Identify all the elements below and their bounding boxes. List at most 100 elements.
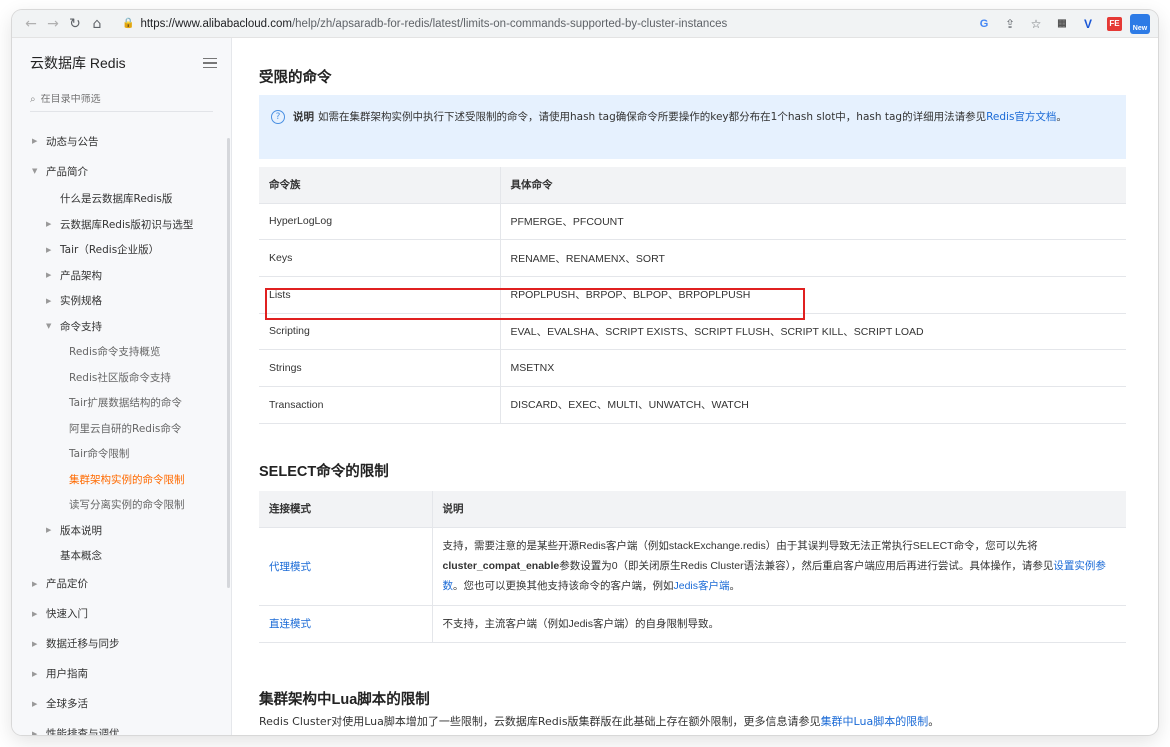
- main-content: 受限的命令 ? 说明 如需在集群架构实例中执行下述受限制的命令，请使用hash t…: [232, 38, 1158, 735]
- qr-code-icon[interactable]: ▦: [1051, 13, 1073, 35]
- table-row: Transaction DISCARD、EXEC、MULTI、UNWATCH、WA…: [259, 386, 1126, 424]
- sidebar-item-label: 动态与公告: [46, 135, 99, 148]
- sidebar-item-label: Tair命令限制: [69, 448, 130, 461]
- sidebar-item[interactable]: ▼ 命令支持: [12, 314, 231, 340]
- sidebar-item[interactable]: ▶ 实例规格: [12, 288, 231, 314]
- sidebar-item[interactable]: ▶ Tair（Redis企业版）: [12, 237, 231, 263]
- sidebar-item[interactable]: ▶ 性能排查与调优: [12, 719, 231, 736]
- share-icon[interactable]: ⇪: [999, 13, 1021, 35]
- direct-mode-link[interactable]: 直连模式: [269, 618, 311, 630]
- sidebar-item[interactable]: ▶ 产品架构: [12, 263, 231, 289]
- table-row: Keys RENAME、RENAMENX、SORT: [259, 239, 1126, 277]
- table-row: Lists RPOPLPUSH、BRPOP、BLPOP、BRPOPLPUSH: [259, 276, 1126, 314]
- home-icon[interactable]: ⌂: [86, 13, 108, 35]
- sidebar-item-label: 产品定价: [46, 578, 88, 590]
- sidebar-item[interactable]: 阿里云自研的Redis命令: [12, 416, 231, 442]
- sidebar-item[interactable]: 集群架构实例的命令限制: [12, 467, 231, 493]
- table-header-row: 连接模式 说明: [259, 491, 1126, 528]
- table-cell: RENAME、RENAMENX、SORT: [500, 239, 1126, 277]
- extension-fe-icon[interactable]: FE: [1107, 16, 1122, 31]
- chevron-right-icon: ▶: [32, 137, 38, 145]
- chevron-right-icon: ▶: [46, 526, 52, 535]
- chevron-down-icon: ▼: [32, 167, 38, 175]
- sidebar-header: 云数据库 Redis: [12, 38, 231, 88]
- sidebar-item[interactable]: 读写分离实例的命令限制: [12, 492, 231, 518]
- sidebar-item[interactable]: ▶ 动态与公告: [12, 126, 231, 156]
- sidebar-item-label: Redis社区版命令支持: [69, 371, 171, 384]
- extension-v-icon[interactable]: V: [1077, 13, 1099, 35]
- browser-window: ← → ↻ ⌂ 🔒 https://www.alibabacloud.com/h…: [12, 10, 1158, 735]
- extension-news-icon[interactable]: New: [1130, 13, 1150, 34]
- proxy-desc-3: 。您也可以更换其他支持该命令的客户端，例如: [453, 580, 674, 592]
- note-body: 说明 如需在集群架构实例中执行下述受限制的命令，请使用hash tag确保命令所要…: [293, 107, 1067, 159]
- sidebar-item-label: 阿里云自研的Redis命令: [69, 422, 182, 435]
- sidebar-item[interactable]: Redis命令支持概览: [12, 339, 231, 365]
- sidebar-filter-input[interactable]: [40, 94, 191, 105]
- note-label: 说明: [293, 111, 314, 123]
- sidebar-scrollbar[interactable]: [227, 138, 230, 588]
- sidebar-item[interactable]: Tair命令限制: [12, 441, 231, 467]
- sidebar-item[interactable]: ▶ 产品定价: [12, 569, 231, 599]
- proxy-mode-link[interactable]: 代理模式: [269, 561, 311, 573]
- table-cell: Scripting: [259, 313, 501, 351]
- sidebar-item-label: Redis命令支持概览: [69, 346, 161, 359]
- table-cell: RPOPLPUSH、BRPOP、BLPOP、BRPOPLPUSH: [500, 276, 1126, 314]
- chevron-right-icon: ▶: [32, 579, 38, 588]
- jedis-client-link[interactable]: Jedis客户端: [674, 580, 730, 592]
- forward-icon[interactable]: →: [42, 13, 64, 35]
- table-row: HyperLogLog PFMERGE、PFCOUNT: [259, 203, 1126, 241]
- chevron-right-icon: ▶: [32, 609, 38, 618]
- table-cell: MSETNX: [500, 349, 1126, 387]
- bookmark-star-icon[interactable]: ☆: [1025, 13, 1047, 35]
- chevron-right-icon: ▶: [46, 271, 52, 280]
- lua-paragraph: Redis Cluster对使用Lua脚本增加了一些限制，云数据库Redis版集…: [259, 713, 939, 729]
- table-row: 代理模式 支持，需要注意的是某些开源Redis客户端（例如stackExchan…: [259, 527, 1126, 606]
- table-row: 直连模式 不支持，主流客户端（例如Jedis客户端）的自身限制导致。: [259, 605, 1126, 643]
- sidebar-item-label: 全球多活: [46, 698, 88, 710]
- sidebar-item-label: 基本概念: [60, 550, 102, 563]
- sidebar-item[interactable]: ▶ 数据迁移与同步: [12, 629, 231, 659]
- restricted-commands-table: 命令族 具体命令 HyperLogLog PFMERGE、PFCOUNT Keys…: [259, 167, 1126, 424]
- sidebar-item-label: 集群架构实例的命令限制: [69, 473, 185, 486]
- table-cell: HyperLogLog: [259, 203, 501, 241]
- proxy-mode-cell: 代理模式: [259, 527, 433, 606]
- google-icon[interactable]: G: [973, 13, 995, 35]
- table-row: Strings MSETNX: [259, 349, 1126, 387]
- address-bar[interactable]: 🔒 https://www.alibabacloud.com/help/zh/a…: [114, 13, 961, 35]
- lua-end: 。: [928, 715, 940, 728]
- sidebar-item[interactable]: Tair扩展数据结构的命令: [12, 390, 231, 416]
- sidebar-item[interactable]: ▶ 版本说明: [12, 518, 231, 544]
- section-title-lua: 集群架构中Lua脚本的限制: [259, 692, 430, 708]
- sidebar-item[interactable]: ▶ 云数据库Redis版初识与选型: [12, 212, 231, 238]
- sidebar-item-label: 读写分离实例的命令限制: [69, 499, 185, 512]
- search-icon: ⌕: [30, 94, 36, 105]
- chevron-right-icon: ▶: [32, 729, 38, 736]
- table-cell: Keys: [259, 239, 501, 277]
- table-header: 命令族: [259, 167, 501, 204]
- sidebar-item[interactable]: 什么是云数据库Redis版: [12, 186, 231, 212]
- redis-docs-link[interactable]: Redis官方文档: [986, 111, 1056, 123]
- reload-icon[interactable]: ↻: [64, 13, 86, 35]
- lock-icon: 🔒: [122, 18, 135, 29]
- sidebar-title[interactable]: 云数据库 Redis: [30, 53, 126, 73]
- sidebar-item[interactable]: ▶ 用户指南: [12, 659, 231, 689]
- direct-mode-cell: 直连模式: [259, 605, 433, 643]
- note-end: 。: [1056, 111, 1067, 123]
- menu-icon[interactable]: [203, 58, 217, 68]
- sidebar-item[interactable]: ▶ 快速入门: [12, 599, 231, 629]
- sidebar-search: ⌕: [30, 88, 213, 112]
- sidebar-item[interactable]: Redis社区版命令支持: [12, 365, 231, 391]
- chevron-right-icon: ▶: [32, 699, 38, 708]
- sidebar-item[interactable]: 基本概念: [12, 543, 231, 569]
- sidebar-item[interactable]: ▶ 全球多活: [12, 689, 231, 719]
- chevron-right-icon: ▶: [46, 296, 52, 305]
- sidebar-tree: ▶ 动态与公告 ▼ 产品简介 什么是云数据库Redis版 ▶ 云数据库Redis版初识与选型…: [12, 126, 231, 736]
- table-header: 具体命令: [500, 167, 1126, 204]
- page-content: 云数据库 Redis ⌕ ▶ 动态与公告 ▼ 产品简介什么是云数据库Redis版 ▶ 云数…: [12, 38, 1158, 735]
- direct-desc-cell: 不支持，主流客户端（例如Jedis客户端）的自身限制导致。: [432, 605, 1126, 643]
- lua-limits-link[interactable]: 集群中Lua脚本的限制: [821, 715, 929, 728]
- table-cell: Transaction: [259, 386, 501, 424]
- proxy-param: cluster_compat_enable: [442, 560, 560, 572]
- sidebar-item[interactable]: ▼ 产品简介: [12, 156, 231, 186]
- back-icon[interactable]: ←: [20, 13, 42, 35]
